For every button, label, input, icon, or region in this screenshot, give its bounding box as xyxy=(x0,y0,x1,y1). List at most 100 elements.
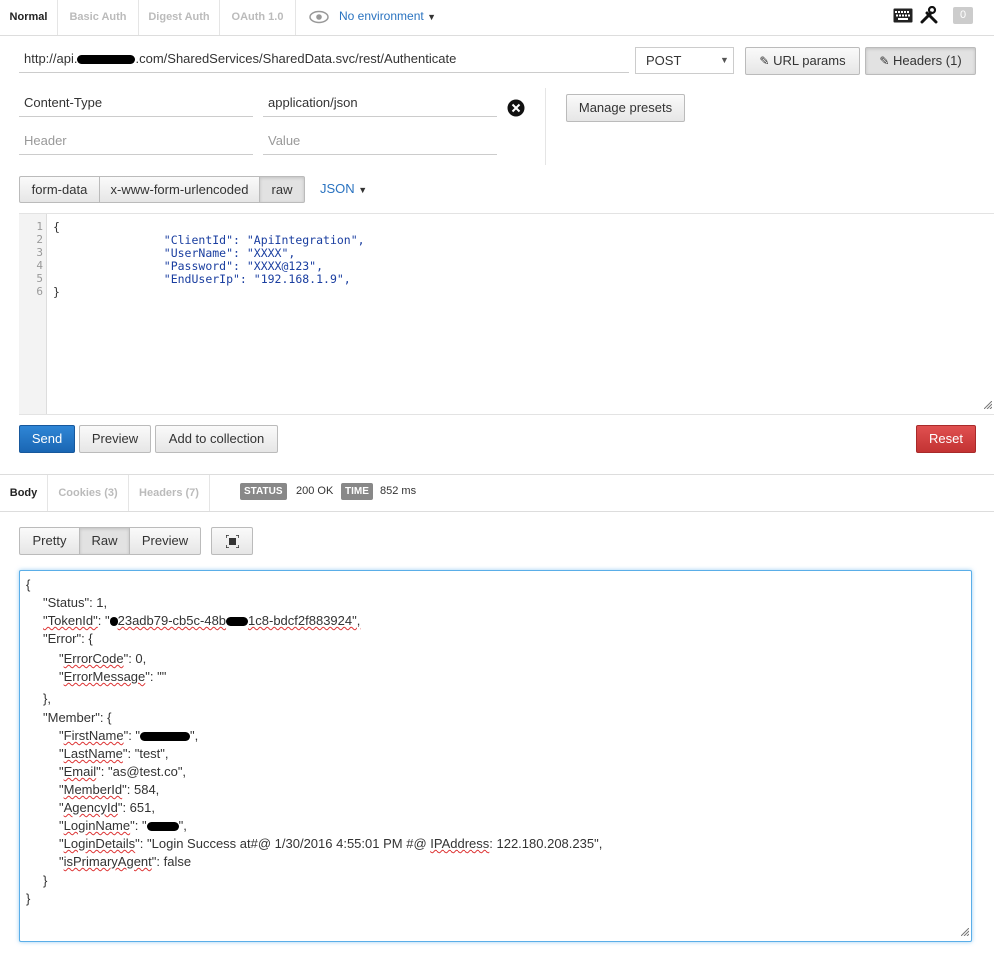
request-body-editor[interactable]: 1 2 3 4 5 6 { "ClientId": "ApiIntegratio… xyxy=(19,213,994,415)
redacted-value xyxy=(226,617,249,627)
counter-badge: 0 xyxy=(953,7,973,24)
response-line: "ErrorCode": 0, xyxy=(59,651,147,666)
json-key: ErrorCode xyxy=(63,651,124,666)
wrench-icon[interactable] xyxy=(920,5,938,27)
tab-headers[interactable]: Headers (7) xyxy=(129,475,210,511)
fullscreen-button[interactable] xyxy=(211,527,253,555)
json-key: LastName xyxy=(63,746,123,761)
method-select[interactable]: POST ▼ xyxy=(635,47,734,74)
method-value: POST xyxy=(646,53,682,68)
token-key: "TokenId" xyxy=(43,613,98,628)
json-key: AgencyId xyxy=(63,800,118,815)
view-preview[interactable]: Preview xyxy=(129,527,201,555)
body-type-raw[interactable]: raw xyxy=(259,176,305,203)
edit-icon: ✎ xyxy=(879,54,890,68)
json-value: ": " xyxy=(123,728,141,743)
remove-header-icon[interactable] xyxy=(507,99,525,120)
header-value-placeholder: Value xyxy=(268,133,301,148)
response-line: "MemberId": 584, xyxy=(59,782,160,797)
resize-handle-icon[interactable] xyxy=(960,924,970,939)
preview-button[interactable]: Preview xyxy=(79,425,151,453)
response-line: "Member": { xyxy=(43,710,112,725)
url-params-button[interactable]: ✎ URL params xyxy=(745,47,860,75)
json-value: ": "as@test.co", xyxy=(96,764,187,779)
url-input[interactable]: http://api. .com/SharedServices/SharedDat… xyxy=(19,46,629,73)
redacted-value xyxy=(140,732,191,742)
tab-body[interactable]: Body xyxy=(0,475,48,511)
eye-icon[interactable] xyxy=(309,10,329,27)
divider xyxy=(545,88,546,165)
tab-oauth[interactable]: OAuth 1.0 xyxy=(220,0,296,35)
response-line: } xyxy=(26,891,31,906)
tab-basic-auth[interactable]: Basic Auth xyxy=(58,0,139,35)
header-value-value: application/json xyxy=(268,95,358,110)
environment-selector[interactable]: No environment ▼ xyxy=(339,0,436,35)
new-header-value-input[interactable]: Value xyxy=(263,128,497,155)
time-value: 852 ms xyxy=(380,485,417,497)
json-value: ": false xyxy=(151,854,192,869)
keyboard-icon[interactable] xyxy=(893,8,913,26)
body-format-dropdown[interactable]: JSON ▼ xyxy=(320,181,367,196)
line-number: 2 xyxy=(36,233,43,246)
status-label-badge: STATUS xyxy=(240,483,287,500)
tab-normal[interactable]: Normal xyxy=(0,0,58,35)
code-line: { xyxy=(53,220,60,234)
token-part: 1c8-bdcf2f883924", xyxy=(248,613,361,628)
redacted-value xyxy=(109,617,118,627)
redacted-value xyxy=(146,822,179,832)
response-tabs-bar: Body Cookies (3) Headers (7) xyxy=(0,474,994,512)
caret-down-icon: ▼ xyxy=(720,55,729,65)
tab-cookies[interactable]: Cookies (3) xyxy=(48,475,129,511)
response-line: "TokenId": " 23adb79-cb5c-48b 1c8-bdcf2f88… xyxy=(43,613,360,628)
json-key: LoginDetails xyxy=(63,836,136,851)
line-number: 3 xyxy=(36,246,43,259)
header-key-value: Content-Type xyxy=(24,95,103,110)
reset-button[interactable]: Reset xyxy=(916,425,976,453)
view-pretty[interactable]: Pretty xyxy=(19,527,80,555)
redacted-domain xyxy=(77,55,136,65)
response-line: { xyxy=(26,577,31,592)
line-gutter: 1 2 3 4 5 6 xyxy=(19,214,47,414)
json-key: isPrimaryAgent xyxy=(63,854,152,869)
response-line: "AgencyId": 651, xyxy=(59,800,155,815)
json-key: Email xyxy=(63,764,97,779)
response-line: "ErrorMessage": "" xyxy=(59,669,167,684)
view-raw[interactable]: Raw xyxy=(79,527,130,555)
environment-label: No environment xyxy=(339,9,424,23)
body-type-urlencoded[interactable]: x-www-form-urlencoded xyxy=(99,176,260,203)
new-header-key-input[interactable]: Header xyxy=(19,128,253,155)
json-value: ": " xyxy=(130,818,147,833)
response-line: "FirstName": " ", xyxy=(59,728,199,743)
json-value: IPAddress xyxy=(430,836,490,851)
header-value-input[interactable]: application/json xyxy=(263,90,497,117)
resize-handle-icon[interactable] xyxy=(983,397,993,412)
caret-down-icon: ▼ xyxy=(358,185,368,195)
status-value: 200 OK xyxy=(296,485,334,497)
header-key-placeholder: Header xyxy=(24,133,67,148)
time-label-badge: TIME xyxy=(341,483,373,500)
url-params-label: URL params xyxy=(773,53,846,68)
response-line: "isPrimaryAgent": false xyxy=(59,854,192,869)
headers-label: Headers (1) xyxy=(893,53,962,68)
json-value: ": "Login Success at#@ 1/30/2016 4:55:01… xyxy=(135,836,431,851)
json-key: LoginName xyxy=(63,818,131,833)
response-line: "LoginName": " ", xyxy=(59,818,187,833)
json-value: ": 651, xyxy=(117,800,155,815)
line-number: 6 xyxy=(36,285,43,298)
response-body[interactable]: { "Status": 1, "TokenId": " 23adb79-cb5c-… xyxy=(19,570,972,942)
body-type-form-data[interactable]: form-data xyxy=(19,176,100,203)
code-line: } xyxy=(53,285,60,299)
send-button[interactable]: Send xyxy=(19,425,75,453)
manage-presets-button[interactable]: Manage presets xyxy=(566,94,685,122)
json-value: ": "test", xyxy=(122,746,169,761)
add-to-collection-button[interactable]: Add to collection xyxy=(155,425,278,453)
response-line: }, xyxy=(43,691,51,706)
auth-tabs-bar: Normal Basic Auth Digest Auth OAuth 1.0 … xyxy=(0,0,994,36)
json-value: ": "" xyxy=(145,669,167,684)
header-key-input[interactable]: Content-Type xyxy=(19,90,253,117)
tab-digest-auth[interactable]: Digest Auth xyxy=(139,0,220,35)
body-format-label: JSON xyxy=(320,181,355,196)
response-line: } xyxy=(43,873,48,888)
json-key: MemberId xyxy=(63,782,123,797)
headers-button[interactable]: ✎ Headers (1) xyxy=(865,47,976,75)
